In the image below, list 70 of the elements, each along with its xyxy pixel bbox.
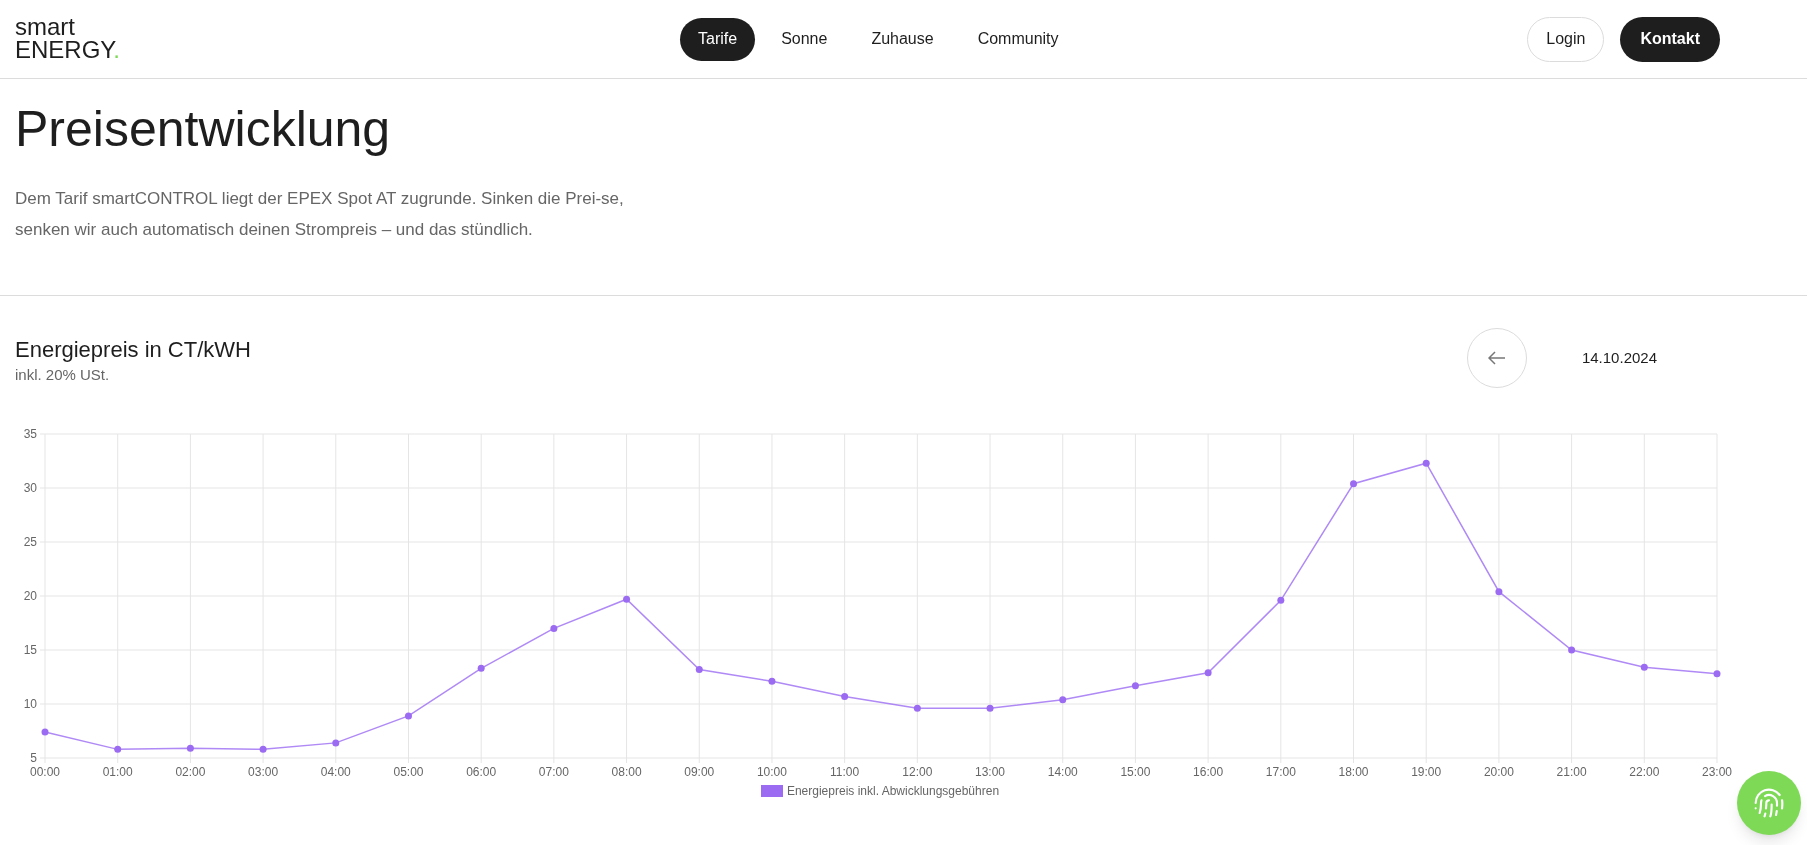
date-label: 14.10.2024 <box>1581 347 1657 368</box>
intro-text: Dem Tarif smartCONTROL liegt der EPEX Spot AT zugrunde. Sinken die Prei-se, senken wir auch automatisch deinen Strompreis – und das stündlich. <box>15 188 625 241</box>
data-point <box>1713 670 1721 678</box>
x-axis-label: 17:00 <box>1265 765 1296 779</box>
x-axis-label: 22:00 <box>1629 765 1660 779</box>
logo[interactable]: smart ENERGY. <box>15 16 315 62</box>
data-point <box>1277 596 1285 604</box>
x-axis-label: 19:00 <box>1411 765 1442 779</box>
x-axis-label: 00:00 <box>30 765 60 779</box>
contact-button[interactable]: Kontakt <box>1620 16 1720 62</box>
chart-subtitle: inkl. 20% USt. <box>15 365 111 385</box>
data-point <box>768 677 776 685</box>
y-axis-label: 35 <box>23 427 37 441</box>
x-axis-label: 02:00 <box>175 765 206 779</box>
data-point <box>1568 646 1576 654</box>
data-point <box>1059 696 1067 704</box>
x-axis-label: 11:00 <box>830 765 860 779</box>
data-point <box>1640 663 1648 671</box>
data-point <box>259 745 267 753</box>
x-axis-label: 18:00 <box>1338 765 1369 779</box>
nav-tab[interactable]: Sonne <box>763 17 846 61</box>
x-axis-label: 07:00 <box>538 765 569 779</box>
data-point <box>986 704 994 712</box>
x-axis-label: 01:00 <box>102 765 133 779</box>
x-axis-label: 06:00 <box>466 765 497 779</box>
x-axis-label: 20:00 <box>1483 765 1514 779</box>
x-axis-label: 12:00 <box>902 765 933 779</box>
x-axis-label: 16:00 <box>1193 765 1224 779</box>
data-point <box>913 704 921 712</box>
back-arrow-icon <box>1487 351 1506 365</box>
page-title: Preisentwicklung <box>15 100 392 159</box>
x-axis-label: 04:00 <box>320 765 351 779</box>
data-point <box>1131 682 1139 690</box>
data-point <box>841 692 849 700</box>
nav-tab[interactable]: Zuhause <box>853 17 952 61</box>
fingerprint-button[interactable] <box>1737 771 1801 835</box>
y-axis-label: 30 <box>23 481 37 495</box>
y-axis-label: 20 <box>23 589 37 603</box>
data-point <box>477 664 485 672</box>
legend-label: Energiepreis inkl. Abwicklungsgebühren <box>786 783 1000 800</box>
x-axis-label: 15:00 <box>1120 765 1151 779</box>
data-point <box>1495 588 1503 596</box>
nav-tab[interactable]: Community <box>959 17 1077 61</box>
x-axis-label: 09:00 <box>684 765 715 779</box>
fingerprint-icon <box>1753 787 1785 819</box>
x-axis-label: 14:00 <box>1047 765 1078 779</box>
data-point <box>550 624 558 632</box>
data-point <box>114 745 122 753</box>
data-point <box>41 728 49 736</box>
x-axis-label: 23:00 <box>1702 765 1732 779</box>
chart-title: Energiepreis in CT/kWH <box>15 336 251 364</box>
y-axis-label: 5 <box>30 751 37 765</box>
data-point <box>332 739 340 747</box>
x-axis-label: 08:00 <box>611 765 642 779</box>
x-axis-label: 03:00 <box>248 765 279 779</box>
y-axis-label: 25 <box>23 535 37 549</box>
y-axis-label: 10 <box>23 697 37 711</box>
x-axis-label: 13:00 <box>975 765 1006 779</box>
data-point <box>186 744 194 752</box>
data-point <box>695 665 703 673</box>
x-axis-label: 21:00 <box>1556 765 1587 779</box>
y-axis-label: 15 <box>23 643 37 657</box>
data-point <box>405 712 412 720</box>
data-point <box>1422 459 1430 467</box>
data-point <box>1204 669 1212 677</box>
data-point <box>1350 480 1357 488</box>
x-axis-label: 05:00 <box>393 765 424 779</box>
x-axis-label: 10:00 <box>756 765 787 779</box>
nav-tab[interactable]: Tarife <box>680 17 756 61</box>
data-point <box>623 595 631 603</box>
